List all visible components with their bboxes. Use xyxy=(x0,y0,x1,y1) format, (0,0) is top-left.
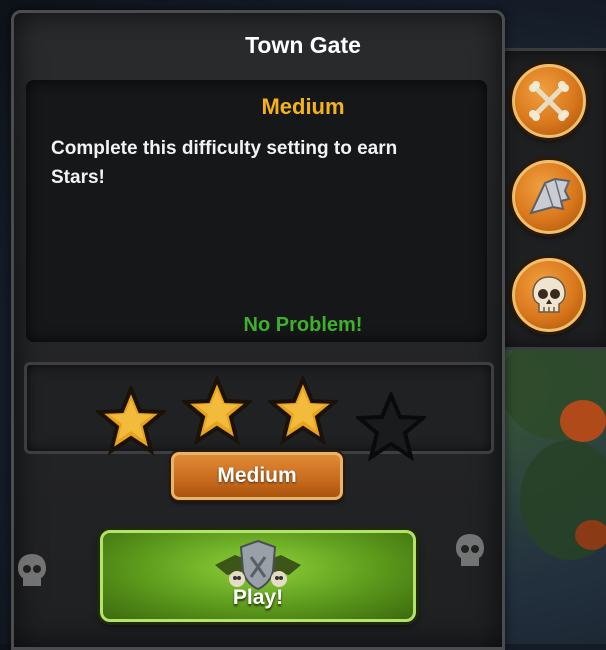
bat-wing-button[interactable] xyxy=(512,160,586,234)
difficulty-heading: Medium xyxy=(261,94,345,119)
background-pumpkin xyxy=(560,400,606,442)
bat-wing-icon xyxy=(529,177,571,215)
difficulty-rating-text: No Problem! xyxy=(243,314,363,336)
star-filled-icon xyxy=(182,376,252,446)
decorative-skull-icon xyxy=(18,554,46,586)
star-filled-icon xyxy=(96,386,166,456)
dialog-title: Town Gate xyxy=(245,32,361,58)
play-button-label: Play! xyxy=(232,586,284,609)
difficulty-description: Complete this difficulty setting to earn… xyxy=(51,138,398,188)
difficulty-select-button[interactable]: Medium xyxy=(171,452,343,500)
star-empty-icon xyxy=(356,392,426,462)
play-button[interactable]: Play! xyxy=(100,530,416,622)
decorative-skull-icon xyxy=(456,534,484,566)
skull-icon xyxy=(532,276,566,313)
star-filled-icon xyxy=(268,376,338,446)
background-pumpkin xyxy=(575,520,606,550)
